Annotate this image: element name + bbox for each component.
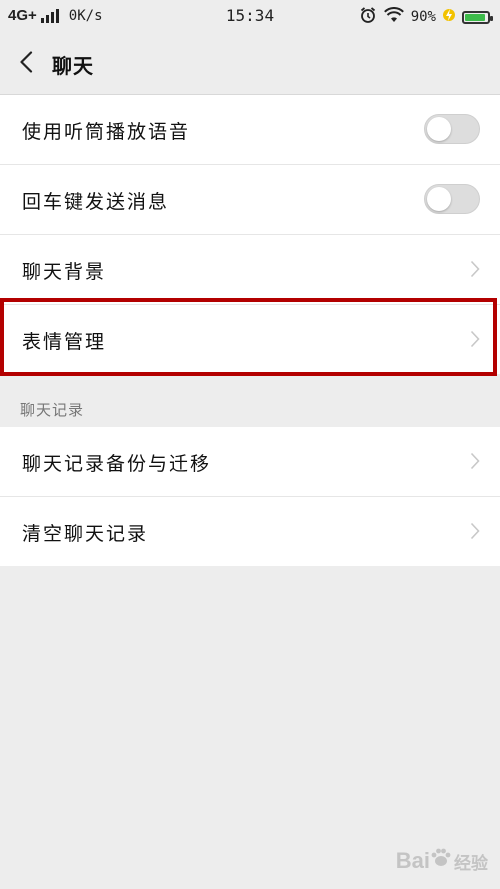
alarm-icon: [359, 6, 377, 28]
charging-icon: [443, 7, 455, 27]
setting-label: 聊天背景: [22, 261, 107, 283]
toggle-knob: [427, 187, 451, 211]
battery-icon: [462, 10, 493, 24]
watermark-brand: Bai: [395, 848, 430, 873]
chat-history-clear[interactable]: 清空聊天记录: [0, 497, 500, 566]
battery-percent: 90%: [410, 9, 436, 25]
watermark-sub: 经验: [454, 853, 488, 873]
setting-sticker-management[interactable]: 表情管理: [0, 305, 500, 374]
setting-label: 使用听筒播放语音: [22, 121, 191, 143]
chat-history-backup-migrate[interactable]: 聊天记录备份与迁移: [0, 427, 500, 497]
section-header-chat-history: 聊天记录: [20, 401, 85, 419]
chevron-right-icon: [470, 522, 480, 544]
paw-icon: [430, 847, 452, 875]
chevron-right-icon: [470, 260, 480, 282]
chevron-right-icon: [470, 330, 480, 352]
nav-bar: 聊天: [0, 34, 500, 95]
toggle-knob: [427, 117, 451, 141]
settings-group: 使用听筒播放语音 回车键发送消息 聊天背景 表情管理: [0, 95, 500, 374]
chevron-right-icon: [470, 452, 480, 474]
setting-label: 表情管理: [22, 331, 107, 353]
status-bar: 4G+ 0K/s 15:34 90%: [0, 0, 500, 34]
setting-label: 清空聊天记录: [22, 523, 149, 545]
earpiece-toggle[interactable]: [424, 114, 480, 144]
back-button[interactable]: [8, 46, 44, 82]
watermark: Bai 经验: [396, 847, 488, 875]
status-right: 90%: [352, 6, 493, 28]
setting-chat-background[interactable]: 聊天背景: [0, 235, 500, 305]
setting-label: 回车键发送消息: [22, 191, 170, 213]
enter-send-toggle[interactable]: [424, 184, 480, 214]
setting-label: 聊天记录备份与迁移: [22, 453, 212, 475]
chat-history-group: 聊天记录备份与迁移 清空聊天记录: [0, 427, 500, 566]
chevron-left-icon: [19, 51, 33, 77]
page-title: 聊天: [52, 54, 94, 78]
setting-enter-to-send[interactable]: 回车键发送消息: [0, 165, 500, 235]
wifi-icon: [383, 7, 404, 27]
setting-earpiece-voice[interactable]: 使用听筒播放语音: [0, 95, 500, 165]
